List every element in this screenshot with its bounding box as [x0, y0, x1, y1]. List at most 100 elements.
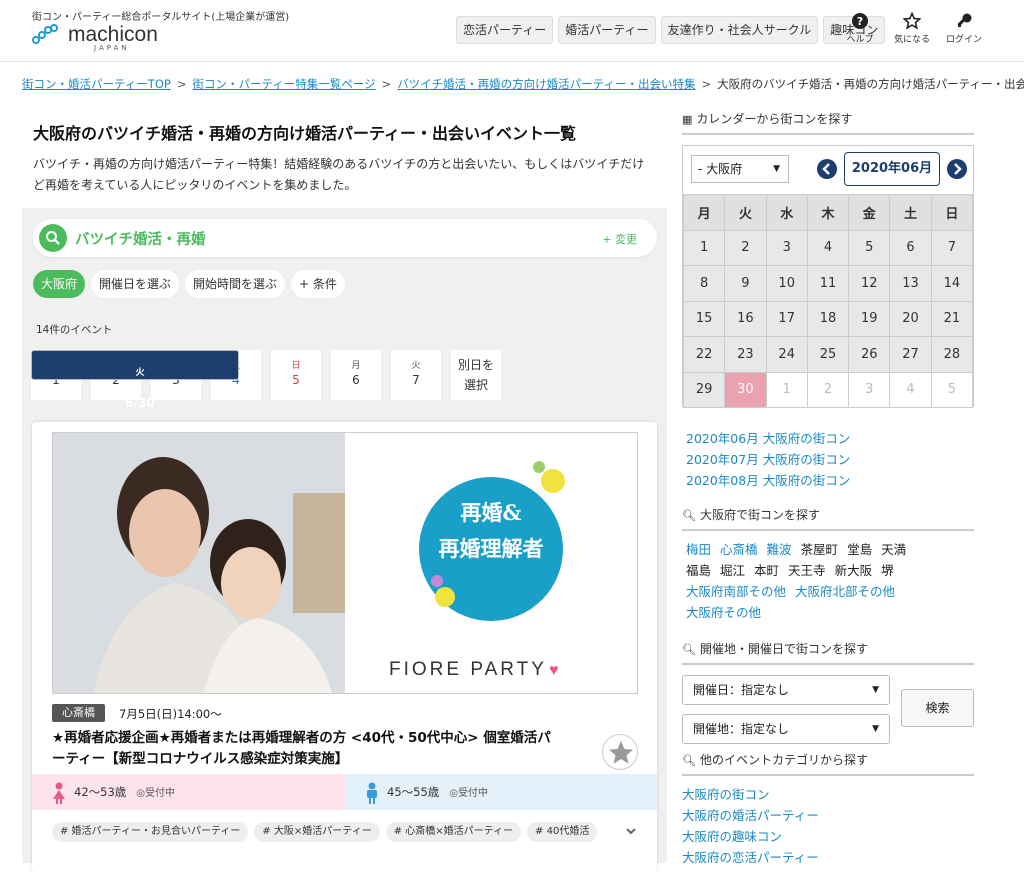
calendar-day[interactable]: 21	[930, 300, 974, 337]
prefecture-select[interactable]: - 大阪府 ▼	[691, 155, 789, 183]
calendar-day-next-month: 5	[930, 371, 974, 408]
help-button[interactable]: ? ヘルプ	[840, 12, 880, 45]
calendar-day[interactable]: 5	[848, 229, 891, 266]
next-month-button[interactable]	[947, 159, 967, 179]
calendar-day[interactable]: 25	[806, 336, 850, 373]
calendar-day[interactable]: 3	[765, 229, 808, 266]
filter-start-time[interactable]: 開始時間を選ぶ	[185, 270, 286, 298]
area-link[interactable]: 梅田	[686, 542, 711, 557]
calendar-day[interactable]: 14	[930, 265, 974, 302]
event-tag[interactable]: # 婚活パーティー・お見合いパーティー	[52, 822, 249, 842]
event-title[interactable]: ★再婚者応援企画★再婚者または再婚理解者の方 <40代・50代中心> 個室婚活パ…	[52, 728, 562, 770]
event-tag[interactable]: # 心斎橋×婚活パーティー	[385, 822, 522, 842]
key-icon	[957, 13, 972, 27]
breadcrumb-link-top[interactable]: 街コン・婚活パーティーTOP	[22, 77, 171, 91]
favorites-label: 気になる	[893, 35, 930, 45]
area-link[interactable]: 大阪府南部その他	[686, 584, 786, 599]
category-link[interactable]: 大阪府の婚活パーティー	[682, 805, 819, 824]
filter-prefecture[interactable]: 大阪府	[33, 270, 86, 298]
change-condition-button[interactable]: + 変更	[602, 231, 637, 247]
event-tags: # 婚活パーティー・お見合いパーティー # 大阪×婚活パーティー # 心斎橋×婚…	[52, 822, 598, 842]
breadcrumb: 街コン・婚活パーティーTOP > 街コン・パーティー特集一覧ページ > バツイチ婚活・再…	[22, 76, 1024, 92]
site-logo[interactable]: machicon JAPAN	[32, 24, 158, 52]
prev-month-button[interactable]	[817, 159, 837, 179]
date-tab[interactable]: 日5	[271, 350, 321, 400]
area-link[interactable]: 大阪府北部その他	[795, 584, 895, 599]
calendar-day[interactable]: 19	[848, 300, 891, 337]
other-date-button[interactable]: 別日を選択	[451, 350, 501, 400]
header-nav: 恋活パーティー 婚活パーティー 友達作り・社会人サークル 趣味コン	[456, 16, 886, 44]
search-condition-bar[interactable]: バツイチ婚活・再婚 + 変更	[33, 219, 657, 257]
calendar-day[interactable]: 8	[682, 265, 726, 302]
favorite-button[interactable]	[602, 734, 638, 770]
calendar-day[interactable]: 22	[682, 336, 726, 373]
nav-konkatsu-party[interactable]: 婚活パーティー	[558, 16, 656, 44]
area-title-text: 大阪府で街コンを探す	[699, 508, 820, 522]
calendar-day[interactable]: 27	[889, 336, 932, 373]
breadcrumb-link-batsuichi-feature[interactable]: バツイチ婚活・再婚の方向け婚活パーティー・出会い特集	[397, 77, 695, 91]
search-button[interactable]: 検索	[901, 689, 974, 727]
category-link[interactable]: 大阪府の趣味コン	[682, 826, 782, 845]
calendar-day[interactable]: 29	[682, 371, 726, 408]
login-button[interactable]: ログイン	[944, 12, 984, 45]
category-link[interactable]: 大阪府の恋活パーティー	[682, 847, 819, 866]
filter-date[interactable]: 開催日を選ぶ	[91, 270, 180, 298]
date-tab-weekday: 火	[411, 361, 421, 371]
calendar-weekday: 火	[724, 194, 767, 231]
place-select[interactable]: 開催地：指定なし ▼	[682, 714, 890, 744]
month-link-2020-07[interactable]: 2020年07月 大阪府の街コン	[686, 449, 850, 468]
calendar-day[interactable]: 7	[930, 229, 974, 266]
calendar-day[interactable]: 1	[682, 229, 726, 266]
date-tab[interactable]: 月6	[331, 350, 381, 400]
breadcrumb-separator: >	[176, 77, 187, 91]
calendar-day[interactable]: 17	[765, 300, 808, 337]
event-tag[interactable]: # 大阪×婚活パーティー	[254, 822, 380, 842]
calendar-day[interactable]: 13	[889, 265, 932, 302]
event-card[interactable]: 再婚& 再婚理解者 FIORE PARTY ♥ 心斎橋 7月5日(日)14:00〜…	[32, 422, 657, 872]
nav-koikatsu-party[interactable]: 恋活パーティー	[456, 16, 554, 44]
month-link-2020-06[interactable]: 2020年06月 大阪府の街コン	[686, 428, 850, 447]
search-icon: 🔍︎	[682, 643, 696, 656]
calendar-week: 8 9 10 11 12 13 14	[682, 265, 974, 302]
category-link[interactable]: 大阪府の街コン	[682, 784, 770, 803]
date-tab[interactable]: 火7	[391, 350, 441, 400]
area-link[interactable]: 大阪府その他	[686, 605, 761, 620]
date-tab[interactable]: 火 6/30	[31, 350, 239, 410]
calendar-day[interactable]: 15	[682, 300, 726, 337]
calendar-day[interactable]: 6	[889, 229, 932, 266]
month-link-2020-08[interactable]: 2020年08月 大阪府の街コン	[686, 470, 850, 489]
calendar-day[interactable]: 12	[848, 265, 891, 302]
calendar-day[interactable]: 28	[930, 336, 974, 373]
calendar-day[interactable]: 26	[848, 336, 891, 373]
breadcrumb-link-feature-list[interactable]: 街コン・パーティー特集一覧ページ	[192, 77, 375, 91]
calendar-day[interactable]: 9	[724, 265, 767, 302]
filter-more-conditions[interactable]: + 条件	[291, 270, 345, 298]
calendar-day[interactable]: 10	[765, 265, 808, 302]
calendar-day[interactable]: 23	[724, 336, 767, 373]
event-banner[interactable]: 再婚& 再婚理解者 FIORE PARTY ♥	[52, 432, 638, 694]
calendar-day-today[interactable]: 30	[724, 371, 767, 408]
chevron-down-icon: ▼	[773, 164, 780, 174]
calendar-day[interactable]: 20	[889, 300, 932, 337]
calendar-day[interactable]: 16	[724, 300, 767, 337]
calendar-day[interactable]: 18	[806, 300, 850, 337]
calendar-day[interactable]: 11	[806, 265, 850, 302]
chevron-down-icon[interactable]	[624, 824, 638, 838]
date-tab-day: 6/30	[125, 396, 155, 410]
area-text: 天満	[881, 542, 907, 557]
current-month: 2020年06月	[844, 152, 940, 186]
result-count: 14件のイベント	[36, 324, 113, 336]
area-link[interactable]: 難波	[767, 542, 792, 557]
banner-dot	[541, 469, 565, 493]
nav-friends-circle[interactable]: 友達作り・社会人サークル	[660, 16, 819, 44]
date-select[interactable]: 開催日：指定なし ▼	[682, 675, 890, 705]
favorites-button[interactable]: 気になる	[892, 12, 932, 45]
logo-mark-icon	[32, 24, 66, 46]
event-tag[interactable]: # 40代婚活	[527, 822, 598, 842]
calendar-day[interactable]: 24	[765, 336, 808, 373]
date-tab-day: 7	[412, 373, 420, 387]
calendar-day[interactable]: 4	[806, 229, 850, 266]
area-link[interactable]: 心斎橋	[720, 542, 758, 557]
calendar-day[interactable]: 2	[724, 229, 767, 266]
calendar-week: 15 16 17 18 19 20 21	[682, 300, 974, 337]
